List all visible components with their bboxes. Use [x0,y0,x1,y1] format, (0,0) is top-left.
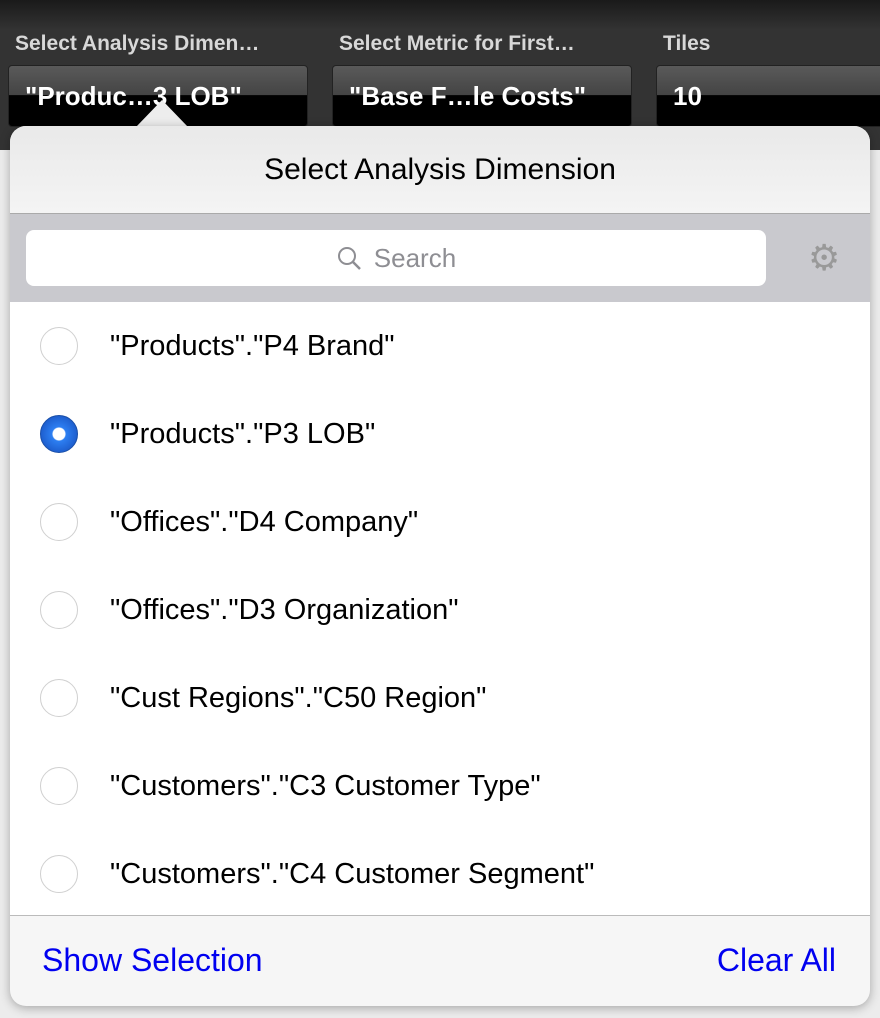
list-item[interactable]: "Customers"."C4 Customer Segment" [10,830,870,918]
metric-dropdown[interactable]: "Base F…le Costs" [332,65,632,127]
popover-footer: Show Selection Clear All [10,916,870,1006]
radio-button[interactable] [40,415,78,453]
list-item-label: "Offices"."D3 Organization" [110,593,459,626]
popover-title: Select Analysis Dimension [10,126,870,214]
radio-button[interactable] [40,327,78,365]
gear-icon[interactable]: ⚙ [808,240,844,276]
radio-button[interactable] [40,503,78,541]
search-input[interactable]: Search [26,230,766,286]
search-bar: Search ⚙ [10,214,870,302]
list-item-label: "Products"."P3 LOB" [110,417,376,450]
list-item[interactable]: "Cust Regions"."C50 Region" [10,654,870,742]
radio-button[interactable] [40,679,78,717]
list-item-label: "Cust Regions"."C50 Region" [110,681,487,714]
search-placeholder: Search [373,242,457,273]
list-item-label: "Products"."P4 Brand" [110,329,395,362]
show-selection-button[interactable]: Show Selection [42,942,263,979]
radio-button[interactable] [40,591,78,629]
list-item-label: "Customers"."C4 Customer Segment" [110,857,595,890]
select-dimension-popover: Select Analysis Dimension Search ⚙ "Prod… [10,126,870,1006]
clear-all-button[interactable]: Clear All [717,942,836,979]
list-item[interactable]: "Offices"."D3 Organization" [10,566,870,654]
popover-arrow [136,100,188,127]
prompt-label-metric: Select Metric for First… [339,32,575,55]
prompt-label-tiles: Tiles [663,32,711,55]
list-item[interactable]: "Customers"."C3 Customer Type" [10,742,870,830]
list-item-label: "Offices"."D4 Company" [110,505,419,538]
search-icon [337,247,361,270]
tiles-dropdown[interactable]: 10 [656,65,880,127]
radio-button[interactable] [40,855,78,893]
radio-button[interactable] [40,767,78,805]
list-item[interactable]: "Products"."P3 LOB" [10,390,870,478]
prompt-label-dimension: Select Analysis Dimen… [15,32,260,55]
list-item-label: "Customers"."C3 Customer Type" [110,769,541,802]
list-item[interactable]: "Products"."P4 Brand" [10,302,870,390]
list-item[interactable]: "Offices"."D4 Company" [10,478,870,566]
dimension-list: "Products"."P4 Brand" "Products"."P3 LOB"… [10,302,870,916]
